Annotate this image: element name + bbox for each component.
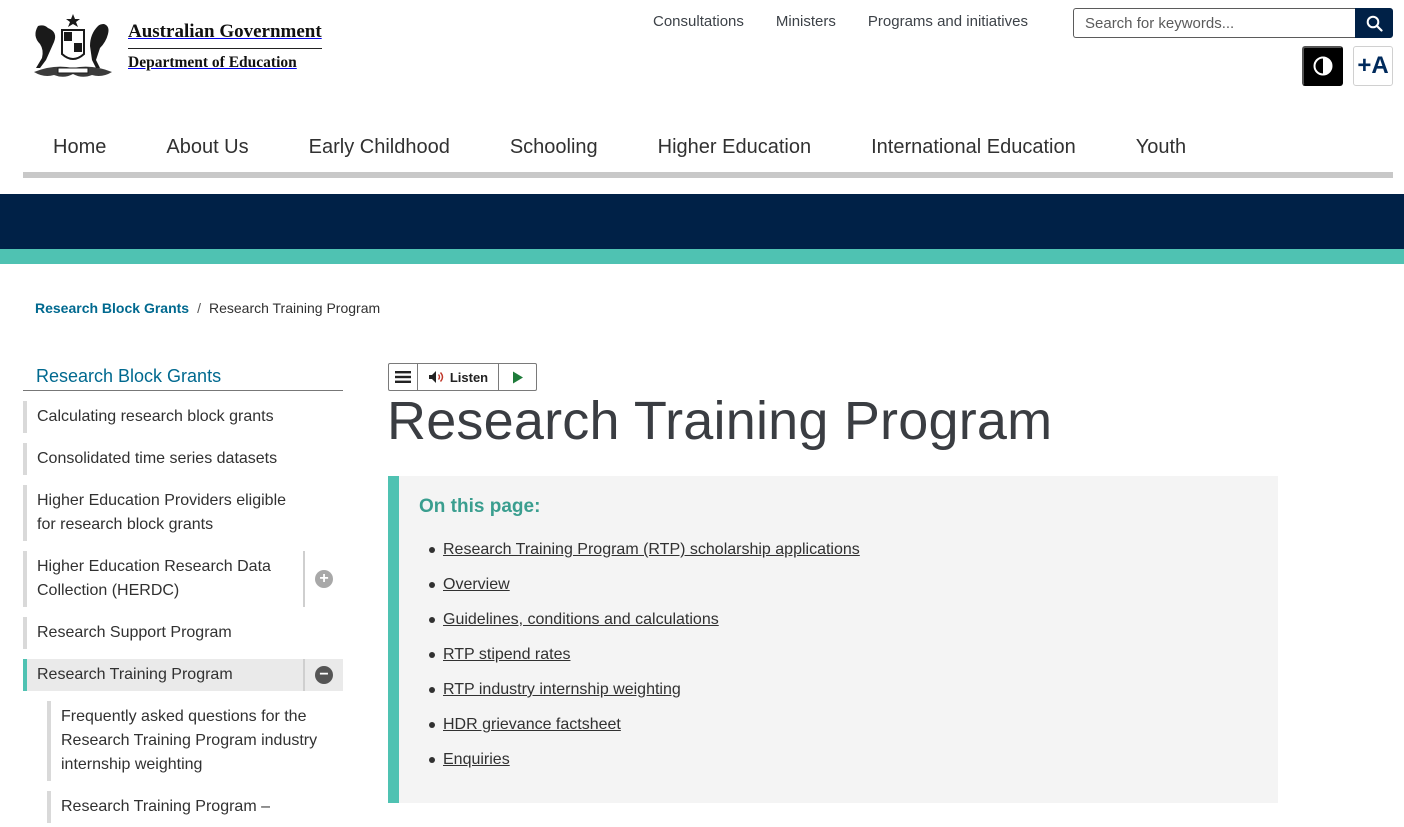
list-item: HDR grievance factsheet (429, 715, 1258, 750)
sidebar-item-label: Higher Education Providers eligible for … (37, 492, 287, 533)
hamburger-icon (395, 371, 411, 383)
sidebar-sub-items: Frequently asked questions for the Resea… (47, 701, 343, 823)
hero-band-teal (0, 249, 1404, 264)
breadcrumb-separator: / (197, 300, 201, 316)
sidebar-item-label: Research Support Program (37, 624, 232, 641)
speaker-icon (428, 371, 444, 383)
coat-of-arms-icon (34, 14, 112, 77)
on-this-page-list: Research Training Program (RTP) scholars… (419, 540, 1258, 785)
logo-line-department: Department of Education (128, 53, 297, 71)
plus-icon: + (315, 570, 333, 588)
logo-text: Australian Government Department of Educ… (128, 21, 322, 72)
sidebar-subitem-faq[interactable]: Frequently asked questions for the Resea… (47, 701, 343, 781)
on-this-page-box: On this page: Research Training Program … (388, 476, 1278, 803)
otp-link-stipend-rates[interactable]: RTP stipend rates (443, 646, 570, 663)
sidebar-item-datasets[interactable]: Consolidated time series datasets (23, 443, 343, 475)
otp-link-scholarship-applications[interactable]: Research Training Program (RTP) scholars… (443, 541, 860, 558)
hero-band-navy (0, 194, 1404, 249)
search-button[interactable] (1355, 8, 1393, 38)
page-title: Research Training Program (387, 391, 1053, 451)
otp-link-internship-weighting[interactable]: RTP industry internship weighting (443, 681, 681, 698)
sidebar-item-research-support[interactable]: Research Support Program (23, 617, 343, 649)
otp-link-overview[interactable]: Overview (443, 576, 510, 593)
collapse-toggle[interactable]: − (303, 659, 343, 691)
list-item: RTP industry internship weighting (429, 680, 1258, 715)
site-header: Australian Government Department of Educ… (0, 0, 1404, 194)
logo-line-government: Australian Government (128, 21, 322, 49)
nav-schooling[interactable]: Schooling (480, 128, 628, 172)
search-icon (1366, 15, 1383, 32)
sidebar-nav: Research Block Grants Calculating resear… (23, 364, 343, 823)
nav-international-education[interactable]: International Education (841, 128, 1106, 172)
breadcrumb-current: Research Training Program (208, 300, 381, 316)
utility-link-ministers[interactable]: Ministers (776, 13, 836, 30)
text-size-button[interactable]: +A (1353, 46, 1393, 86)
otp-link-grievance-factsheet[interactable]: HDR grievance factsheet (443, 716, 621, 733)
sidebar-item-calculating[interactable]: Calculating research block grants (23, 401, 343, 433)
main-nav: Home About Us Early Childhood Schooling … (23, 128, 1393, 178)
on-this-page-title: On this page: (419, 496, 541, 517)
list-item: Overview (429, 575, 1258, 610)
sidebar-item-label: Consolidated time series datasets (37, 450, 278, 467)
list-item: Guidelines, conditions and calculations (429, 610, 1258, 645)
nav-higher-education[interactable]: Higher Education (628, 128, 841, 172)
utility-link-consultations[interactable]: Consultations (653, 13, 744, 30)
search-form (1073, 8, 1393, 38)
search-input[interactable] (1073, 8, 1355, 38)
expand-toggle[interactable]: + (303, 551, 343, 607)
listen-button[interactable]: Listen (418, 364, 499, 390)
nav-home[interactable]: Home (23, 128, 136, 172)
listen-label: Listen (449, 369, 489, 385)
listen-toolbar: Listen (388, 363, 537, 391)
sidebar-item-eligible-providers[interactable]: Higher Education Providers eligible for … (23, 485, 343, 541)
contrast-icon (1313, 56, 1332, 76)
nav-about-us[interactable]: About Us (136, 128, 278, 172)
minus-icon: − (315, 666, 333, 684)
breadcrumb: Research Block Grants / Research Trainin… (35, 300, 380, 316)
otp-link-guidelines[interactable]: Guidelines, conditions and calculations (443, 611, 719, 628)
nav-youth[interactable]: Youth (1106, 128, 1216, 172)
sidebar-item-label: Research Training Program (37, 666, 233, 683)
sidebar-item-label: Higher Education Research Data Collectio… (37, 558, 271, 599)
sidebar-subitem-label: Research Training Program – (61, 798, 270, 815)
play-button[interactable] (499, 364, 536, 390)
gov-logo[interactable]: Australian Government Department of Educ… (24, 10, 324, 82)
list-item: Research Training Program (RTP) scholars… (429, 540, 1258, 575)
otp-link-enquiries[interactable]: Enquiries (443, 751, 510, 768)
sidebar-subitem-label: Frequently asked questions for the Resea… (61, 708, 318, 773)
sidebar-item-herdc[interactable]: Higher Education Research Data Collectio… (23, 551, 343, 607)
contrast-toggle-button[interactable] (1302, 46, 1343, 86)
listen-menu-button[interactable] (389, 364, 418, 390)
play-icon (512, 371, 523, 383)
nav-early-childhood[interactable]: Early Childhood (279, 128, 480, 172)
utility-link-programs[interactable]: Programs and initiatives (868, 13, 1028, 30)
list-item: Enquiries (429, 750, 1258, 785)
sidebar-item-label: Calculating research block grants (37, 408, 274, 425)
list-item: RTP stipend rates (429, 645, 1258, 680)
sidebar-title-link[interactable]: Research Block Grants (23, 364, 343, 391)
sidebar-item-research-training[interactable]: Research Training Program − (23, 659, 343, 691)
sidebar-subitem-rtp-second[interactable]: Research Training Program – (47, 791, 343, 823)
breadcrumb-link-research-block-grants[interactable]: Research Block Grants (35, 300, 189, 316)
utility-nav: Consultations Ministers Programs and ini… (653, 13, 1028, 30)
